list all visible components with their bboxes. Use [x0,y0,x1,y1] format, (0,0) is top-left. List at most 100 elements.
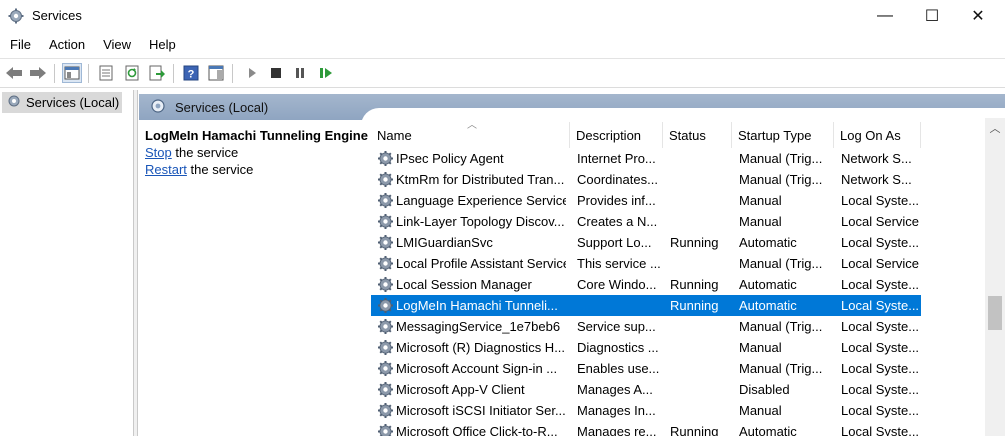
service-status [670,253,736,274]
service-status [670,316,736,337]
service-startup-type: Automatic [739,277,797,292]
export-list-icon[interactable] [147,63,167,83]
stop-service-icon[interactable] [266,63,286,83]
services-list: ︿ Name Description Status Startup Type L… [371,118,987,436]
service-log-on-as: Local Syste... [841,193,920,208]
service-startup-type: Disabled [739,382,790,397]
services-gear-icon [149,97,167,118]
properties-icon[interactable] [96,63,116,83]
service-description: Enables use... [577,361,660,376]
service-status [670,379,736,400]
service-log-on-as: Local Syste... [841,382,920,397]
vertical-scrollbar[interactable]: ︿ [985,118,1005,436]
refresh-icon[interactable] [122,63,142,83]
services-pane: Services (Local) LogMeIn Hamachi Tunneli… [139,90,1005,436]
stop-service-link[interactable]: Stop [145,145,172,160]
help-icon[interactable]: ? [181,63,201,83]
service-description: This service ... [577,256,661,271]
forward-arrow-icon[interactable] [28,63,48,83]
service-name: Microsoft App-V Client [396,382,525,397]
menu-view[interactable]: View [94,34,140,56]
service-status: Running [670,298,719,313]
service-gear-icon [377,360,394,377]
scroll-up-icon[interactable]: ︿ [985,118,1005,138]
start-service-icon[interactable] [242,63,262,83]
service-row[interactable]: LogMeIn Hamachi Tunneli... Running Automat… [371,295,921,316]
service-description: Manages re... [577,424,657,436]
service-startup-type: Manual [739,340,782,355]
minimize-button[interactable]: — [862,0,908,32]
service-log-on-as: Local Syste... [841,403,920,418]
menu-help[interactable]: Help [140,34,185,56]
service-row[interactable]: Microsoft Office Click-to-R... Manages re… [371,421,921,436]
service-name: Local Profile Assistant Service [396,256,566,271]
service-name: Link-Layer Topology Discov... [396,214,565,229]
service-gear-icon [377,234,394,251]
service-log-on-as: Local Service [841,214,920,229]
column-header-name[interactable]: Name [371,122,570,148]
service-row[interactable]: Link-Layer Topology Discov... Creates a N… [371,211,921,232]
service-row[interactable]: Microsoft App-V Client Manages A... Disabl… [371,379,921,400]
resume-service-icon[interactable] [316,63,336,83]
restart-service-link[interactable]: Restart [145,162,187,177]
stop-service-text: the service [171,145,239,160]
service-row[interactable]: LMIGuardianSvc Support Lo... Running Automa… [371,232,921,253]
service-name: Microsoft iSCSI Initiator Ser... [396,403,566,418]
tree-item-services-local[interactable]: Services (Local) [2,92,122,113]
menu-action[interactable]: Action [40,34,94,56]
service-description: Provides inf... [577,193,656,208]
service-row[interactable]: MessagingService_1e7beb6 Service sup... Ma… [371,316,921,337]
service-log-on-as: Local Syste... [841,424,920,436]
action-pane-icon[interactable] [206,63,226,83]
service-gear-icon [377,255,394,272]
service-status: Running [670,424,719,436]
back-arrow-icon[interactable] [4,63,24,83]
pane-splitter[interactable] [134,90,138,436]
service-row[interactable]: Local Session Manager Core Windo... Runnin… [371,274,921,295]
service-startup-type: Automatic [739,424,797,436]
show-console-tree-icon[interactable] [62,63,82,83]
service-description: Service sup... [577,319,656,334]
service-gear-icon [377,297,394,314]
service-name: Local Session Manager [396,277,532,292]
column-header-status[interactable]: Status [663,122,732,148]
service-name: Microsoft Office Click-to-R... [396,424,558,436]
service-log-on-as: Local Syste... [841,319,920,334]
service-row[interactable]: KtmRm for Distributed Tran... Coordinates… [371,169,921,190]
service-description: Internet Pro... [577,151,656,166]
service-row[interactable]: Microsoft iSCSI Initiator Ser... Manages … [371,400,921,421]
close-button[interactable]: ✕ [955,0,1001,32]
selected-service-name: LogMeIn Hamachi Tunneling Engine [145,128,368,143]
service-log-on-as: Network S... [841,151,912,166]
service-row[interactable]: Local Profile Assistant Service This serv… [371,253,921,274]
svg-text:?: ? [188,69,195,81]
service-name: Microsoft (R) Diagnostics H... [396,340,566,355]
service-row[interactable]: Language Experience Service Provides inf.… [371,190,921,211]
service-row[interactable]: IPsec Policy Agent Internet Pro... Manual … [371,148,921,169]
column-header-description[interactable]: Description [570,122,663,148]
pane-header-title: Services (Local) [175,99,269,115]
service-log-on-as: Local Syste... [841,298,920,313]
service-startup-type: Automatic [739,298,797,313]
menu-file[interactable]: File [0,34,40,56]
service-description: Support Lo... [577,235,652,250]
service-gear-icon [377,150,394,167]
column-header-startup-type[interactable]: Startup Type [732,122,834,148]
maximize-button[interactable]: ☐ [909,0,955,32]
service-log-on-as: Network S... [841,172,912,187]
service-description-panel: LogMeIn Hamachi Tunneling Engine Stop th… [145,128,368,177]
service-startup-type: Manual (Trig... [739,256,823,271]
service-status [670,211,736,232]
pause-service-icon[interactable] [290,63,310,83]
service-status [670,169,736,190]
column-header-log-on-as[interactable]: Log On As [834,122,921,148]
scrollbar-thumb[interactable] [988,296,1002,330]
service-description: Coordinates... [577,172,658,187]
service-description: Diagnostics ... [577,340,659,355]
service-description: Creates a N... [577,214,658,229]
service-row[interactable]: Microsoft Account Sign-in ... Enables use… [371,358,921,379]
service-status: Running [670,277,719,292]
service-status: Running [670,235,719,250]
service-row[interactable]: Microsoft (R) Diagnostics H... Diagnostic… [371,337,921,358]
service-gear-icon [377,192,394,209]
